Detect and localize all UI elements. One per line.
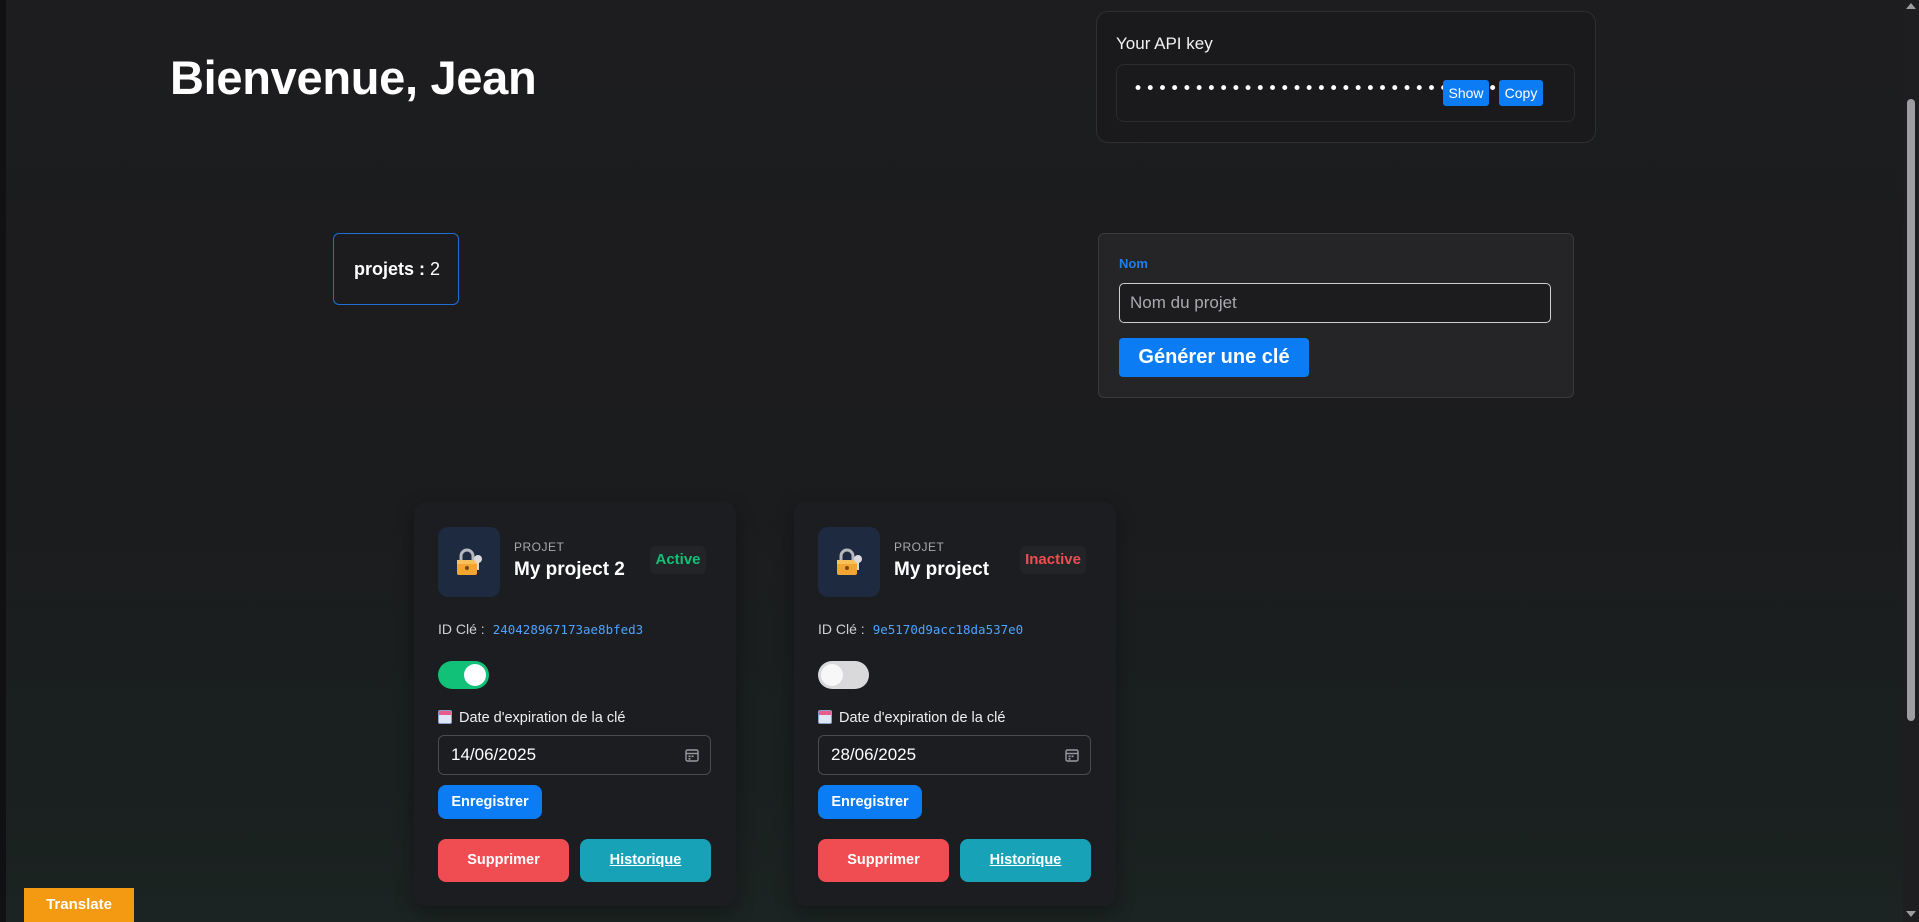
expiry-label: Date d'expiration de la clé [839, 710, 1006, 726]
key-enabled-toggle[interactable] [438, 661, 489, 689]
projects-count-label: projets : [354, 259, 426, 279]
window-edge [0, 0, 6, 922]
translate-button[interactable]: Translate [24, 888, 134, 922]
project-kicker: PROJET [894, 540, 945, 554]
expiry-row: Date d'expiration de la clé [818, 710, 1005, 726]
project-icon-tile [818, 527, 880, 597]
toggle-knob [464, 664, 486, 686]
expiry-date-input[interactable]: 28/06/2025 [818, 735, 1091, 775]
api-key-card: Your API key •••••••••••••••••••••••••••… [1096, 11, 1596, 143]
new-project-form: Nom Générer une clé [1098, 233, 1574, 398]
key-id-value: 9e5170d9acc18da537e0 [872, 622, 1024, 637]
expiry-date-input[interactable]: 14/06/2025 [438, 735, 711, 775]
expiry-label: Date d'expiration de la clé [459, 710, 626, 726]
project-icon-tile [438, 527, 500, 597]
status-badge: Inactive [1020, 546, 1086, 574]
expiry-date-value: 28/06/2025 [831, 745, 917, 764]
project-name-input[interactable] [1119, 283, 1551, 323]
page-title: Bienvenue, Jean [170, 51, 537, 104]
key-id-row: ID Clé : 240428967173ae8bfed3 [438, 621, 643, 637]
key-id-label: ID Clé : [818, 621, 865, 637]
project-name: My project 2 [514, 559, 625, 580]
scroll-down-arrow-icon[interactable] [1906, 911, 1916, 917]
key-enabled-toggle[interactable] [818, 661, 869, 689]
project-card: PROJET My project 2 Active ID Clé : 24042… [414, 502, 736, 906]
save-button[interactable]: Enregistrer [438, 785, 542, 819]
scroll-up-arrow-icon[interactable] [1906, 3, 1916, 9]
generate-key-button[interactable]: Générer une clé [1119, 338, 1309, 377]
show-key-button[interactable]: Show [1443, 80, 1489, 106]
key-id-label: ID Clé : [438, 621, 485, 637]
expiry-row: Date d'expiration de la clé [438, 710, 625, 726]
key-id-value: 240428967173ae8bfed3 [492, 622, 644, 637]
calendar-picker-icon[interactable] [684, 747, 700, 763]
expiry-date-value: 14/06/2025 [451, 745, 537, 764]
project-name: My project [894, 559, 990, 580]
project-name-label: Nom [1119, 256, 1148, 271]
save-button[interactable]: Enregistrer [818, 785, 922, 819]
delete-button[interactable]: Supprimer [438, 839, 569, 882]
project-card: PROJET My project Inactive ID Clé : 9e517… [794, 502, 1116, 906]
api-key-title: Your API key [1116, 34, 1213, 53]
lock-key-icon [457, 548, 482, 575]
calendar-picker-icon[interactable] [1064, 747, 1080, 763]
toggle-knob [821, 664, 843, 686]
copy-key-button[interactable]: Copy [1499, 80, 1543, 106]
status-badge: Active [650, 546, 706, 574]
projects-count-badge: projets : 2 [333, 233, 459, 305]
delete-button[interactable]: Supprimer [818, 839, 949, 882]
history-button[interactable]: Historique [580, 839, 711, 882]
calendar-icon [438, 710, 452, 724]
scrollbar-thumb[interactable] [1907, 99, 1915, 721]
api-key-field: •••••••••••••••••••••••••••••• Show Copy [1116, 64, 1575, 122]
lock-key-icon [837, 548, 862, 575]
history-button[interactable]: Historique [960, 839, 1091, 882]
key-id-row: ID Clé : 9e5170d9acc18da537e0 [818, 621, 1023, 637]
project-kicker: PROJET [514, 540, 565, 554]
calendar-icon [818, 710, 832, 724]
projects-count-value: 2 [430, 259, 441, 279]
